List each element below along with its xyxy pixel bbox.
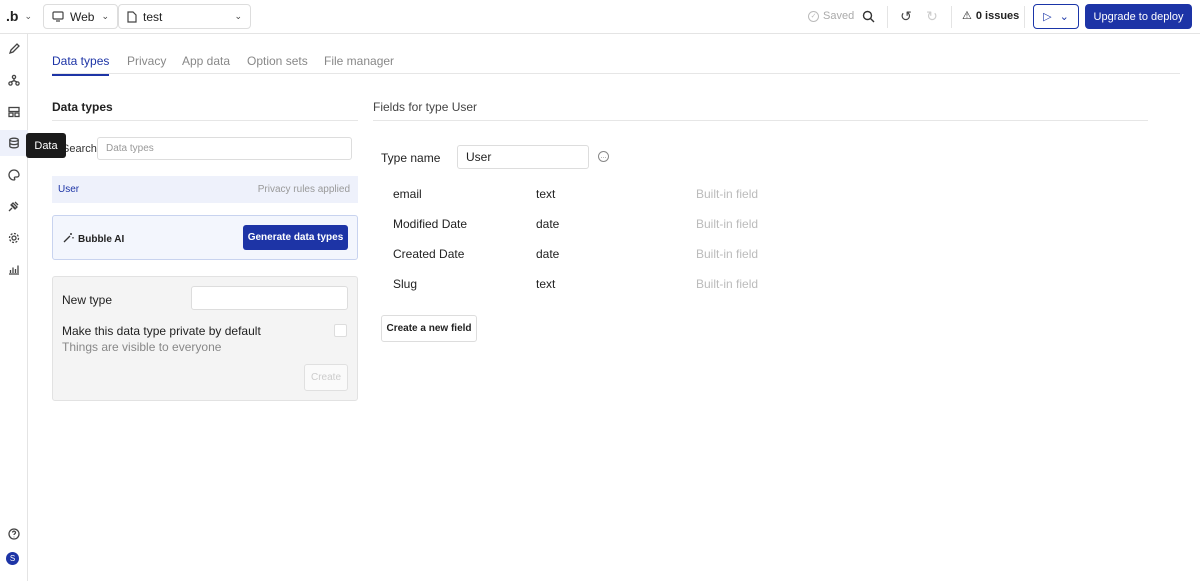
- field-name: Created Date: [393, 247, 465, 261]
- saved-status: ✓ Saved: [808, 10, 854, 22]
- type-name-label: Type name: [381, 151, 441, 165]
- data-type-name: User: [58, 184, 80, 195]
- issues-button[interactable]: ⚠ 0 issues: [962, 9, 1020, 23]
- new-type-input[interactable]: [191, 286, 348, 310]
- field-type: date: [536, 217, 560, 231]
- tab-privacy[interactable]: Privacy: [127, 54, 166, 74]
- play-icon: ▷: [1043, 11, 1052, 23]
- tab-file-manager[interactable]: File manager: [324, 54, 394, 74]
- chevron-down-icon: ⌄: [24, 10, 32, 21]
- field-note: Built-in field: [696, 187, 759, 201]
- database-icon[interactable]: [6, 135, 22, 151]
- undo-icon[interactable]: ↺: [898, 8, 914, 24]
- comment-icon[interactable]: …: [598, 151, 609, 162]
- monitor-icon: [52, 11, 64, 22]
- private-checkbox[interactable]: [334, 324, 347, 337]
- page-label: test: [143, 9, 163, 24]
- redo-icon[interactable]: ↻: [924, 8, 940, 24]
- search-icon[interactable]: [860, 8, 876, 24]
- privacy-status: Privacy rules applied: [257, 184, 350, 195]
- type-name-input[interactable]: User: [457, 145, 589, 169]
- palette-icon[interactable]: [6, 167, 22, 183]
- saved-label: Saved: [823, 10, 855, 22]
- upgrade-deploy-button[interactable]: Upgrade to deploy: [1085, 4, 1192, 29]
- bubble-ai-label: Bubble AI: [63, 232, 124, 246]
- bubble-ai-text: Bubble AI: [78, 233, 125, 245]
- divider: [951, 6, 952, 28]
- top-bar: .b ⌄ Web ⌄ test ⌄ ✓ Saved ↺ ↻ ⚠ 0 issues…: [0, 0, 1200, 34]
- bubble-ai-box: Bubble AI Generate data types: [52, 215, 358, 260]
- platform-select[interactable]: Web ⌄: [43, 4, 118, 29]
- divider: [373, 120, 1148, 121]
- platform-label: Web: [70, 9, 95, 24]
- field-name: Modified Date: [393, 217, 468, 231]
- field-row[interactable]: Modified Date date Built-in field: [393, 217, 793, 233]
- field-note: Built-in field: [696, 247, 759, 261]
- settings-icon[interactable]: [6, 230, 22, 246]
- fields-title: Fields for type User: [373, 100, 478, 114]
- field-type: date: [536, 247, 560, 261]
- field-row[interactable]: email text Built-in field: [393, 187, 793, 203]
- app-logo-menu[interactable]: .b ⌄: [6, 8, 32, 24]
- left-rail: S: [0, 34, 28, 581]
- tab-data-types[interactable]: Data types: [52, 54, 110, 76]
- field-name: email: [393, 187, 422, 201]
- warning-icon: ⚠: [962, 10, 972, 22]
- search-label: Search: [62, 143, 97, 155]
- field-type: text: [536, 277, 556, 291]
- new-type-label: New type: [62, 293, 113, 307]
- field-type: text: [536, 187, 556, 201]
- private-label: Make this data type private by default: [62, 324, 261, 338]
- chevron-down-icon: ⌄: [101, 11, 109, 21]
- app-logo: .b: [6, 8, 19, 24]
- field-row[interactable]: Slug text Built-in field: [393, 277, 793, 293]
- help-icon[interactable]: [6, 526, 22, 542]
- data-tabs: Data types Privacy App data Option sets …: [52, 54, 1180, 76]
- tab-app-data[interactable]: App data: [182, 54, 230, 74]
- avatar[interactable]: S: [6, 552, 19, 565]
- field-note: Built-in field: [696, 277, 759, 291]
- logs-chart-icon[interactable]: [6, 261, 22, 277]
- check-circle-icon: ✓: [808, 10, 819, 22]
- divider: [52, 120, 358, 121]
- page-select[interactable]: test ⌄: [118, 4, 251, 29]
- data-types-title: Data types: [52, 100, 113, 114]
- magic-wand-icon: [63, 232, 74, 246]
- data-types-search-input[interactable]: [97, 137, 352, 160]
- create-type-button[interactable]: Create: [304, 364, 348, 391]
- page-icon: [127, 10, 137, 23]
- new-type-form: New type Make this data type private by …: [52, 276, 358, 401]
- field-note: Built-in field: [696, 217, 759, 231]
- divider: [887, 6, 888, 28]
- private-sublabel: Things are visible to everyone: [62, 340, 222, 354]
- chevron-down-icon: ⌄: [234, 11, 242, 21]
- workflow-icon[interactable]: [6, 72, 22, 88]
- field-row[interactable]: Created Date date Built-in field: [393, 247, 793, 263]
- styles-icon[interactable]: [6, 104, 22, 120]
- rail-tooltip: Data: [26, 133, 66, 158]
- field-name: Slug: [393, 277, 418, 291]
- divider: [1024, 6, 1025, 28]
- tab-option-sets[interactable]: Option sets: [247, 54, 308, 74]
- issues-label: 0 issues: [975, 9, 1020, 22]
- data-type-row-user[interactable]: User Privacy rules applied: [52, 176, 358, 203]
- chevron-down-icon: ⌄: [1059, 11, 1069, 23]
- create-new-field-button[interactable]: Create a new field: [381, 315, 477, 342]
- preview-button[interactable]: ▷ ⌄: [1033, 4, 1079, 29]
- generate-data-types-button[interactable]: Generate data types: [243, 225, 348, 250]
- pencil-icon[interactable]: [6, 41, 22, 57]
- plugins-icon[interactable]: [6, 198, 22, 214]
